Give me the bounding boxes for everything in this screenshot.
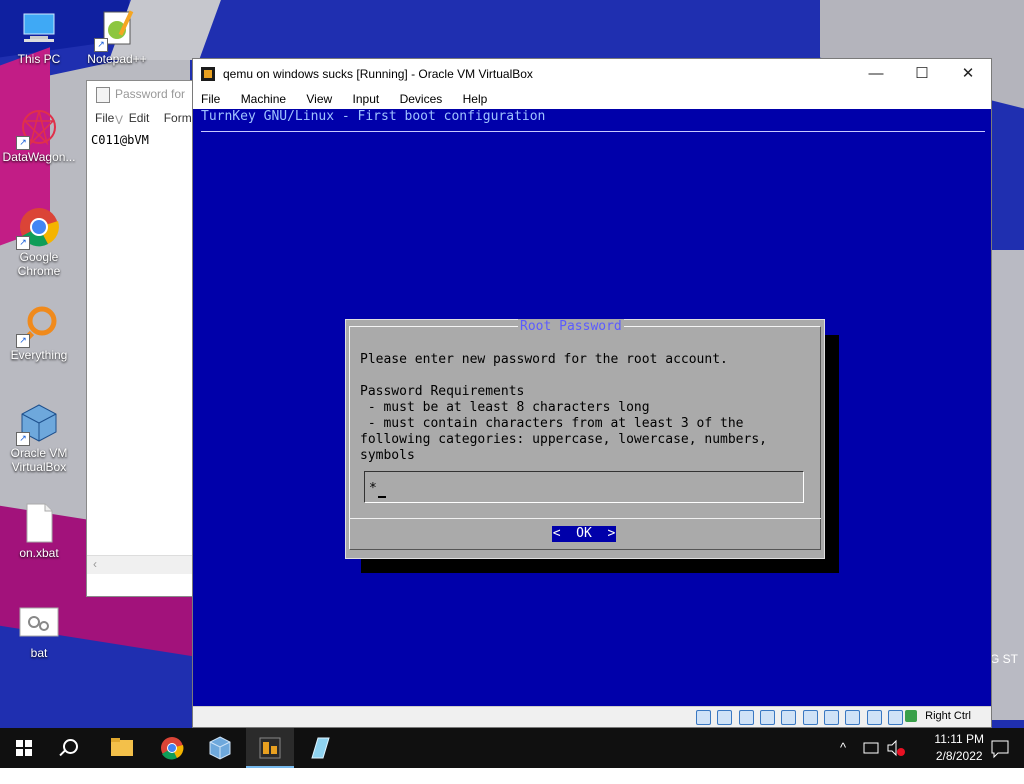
taskbar: ^ 11:11 PM 2/8/2022 [0,728,1024,768]
desktop-icon-on-xbat[interactable]: on.xbat [0,502,78,560]
optical-drive-icon[interactable] [717,710,733,725]
mouse-integration-icon[interactable] [888,710,903,725]
taskbar-virtualbox[interactable] [196,728,244,768]
vbox-statusbar: Right Ctrl [193,706,991,727]
keyboard-capture-icon[interactable] [905,710,917,722]
maximize-button[interactable]: ☐ [899,59,945,89]
menu-view[interactable]: View [306,92,332,106]
tray-icons [862,728,912,768]
notepad-icon [96,87,110,103]
chrome-icon: ↗ [16,206,60,250]
magnifier-icon: ↗ [16,304,60,348]
notepad-menubar: File Edit Forma [87,107,198,129]
desktop-icon-label: Notepad++ [87,52,147,66]
close-button[interactable]: ✕ [945,59,991,89]
desktop-icon-everything[interactable]: ↗ Everything [0,304,78,362]
dialog-body-text: Please enter new password for the root a… [360,352,767,463]
desktop-icon-label: bat [30,646,48,660]
notepad-text-area[interactable]: C011@bVM [87,129,193,151]
desktop-icon-virtualbox[interactable]: ↗ Oracle VM VirtualBox [0,402,78,474]
menu-input[interactable]: Input [353,92,380,106]
host-key-label: Right Ctrl [925,710,971,722]
cpu-icon[interactable] [866,710,882,725]
desktop-icon-notepadpp[interactable]: ↗ Notepad++ [78,8,156,66]
desktop-icon-label: Everything [10,348,68,362]
taskbar-file-explorer[interactable] [98,728,146,768]
notepad-icon [311,737,330,759]
ok-button[interactable]: < OK > [552,526,616,542]
search-button[interactable] [48,728,96,768]
desktop-edge-text: G ST [990,652,1019,666]
volume-muted-icon [887,739,905,757]
network-icon[interactable] [759,710,775,725]
vbox-titlebar[interactable]: qemu on windows sucks [Running] - Oracle… [193,59,991,89]
desktop-icon-label: Google Chrome [17,250,61,278]
scroll-left-arrow-icon[interactable]: ‹ [93,557,97,571]
vbox-window-title: qemu on windows sucks [Running] - Oracle… [223,67,533,81]
windows-logo-icon [16,740,32,756]
datawagon-icon: ↗ [16,106,60,150]
tray-overflow-chevron[interactable]: ^ [840,728,846,768]
guest-header: TurnKey GNU/Linux - First boot configura… [201,109,546,124]
menu-devices[interactable]: Devices [400,92,443,106]
menu-file[interactable]: File [201,92,220,106]
file-icon [18,502,60,544]
network-tray-icon [863,742,879,754]
menu-machine[interactable]: Machine [241,92,286,106]
batch-file-icon [18,602,60,644]
desktop-icon-label: Oracle VM VirtualBox [10,446,68,474]
desktop-icon-label: on.xbat [19,546,59,560]
computer-icon [18,8,60,50]
taskbar-vm-running[interactable] [246,728,294,768]
hard-disk-icon[interactable] [695,710,711,725]
folder-icon [111,738,133,756]
text-cursor [378,496,386,498]
notepad-horizontal-scrollbar[interactable]: ‹ [87,555,193,574]
virtualbox-vm-window[interactable]: qemu on windows sucks [Running] - Oracle… [192,58,992,728]
virtualbox-icon: ↗ [16,402,60,446]
dialog-title: Root Password [518,319,624,334]
notepadpp-icon: ↗ [94,8,138,52]
minimize-button[interactable]: — [853,59,899,89]
usb-icon[interactable] [781,710,797,725]
notepad-menu-edit[interactable]: Edit [129,111,150,125]
password-input[interactable]: * [364,471,804,503]
desktop-icon-chrome[interactable]: ↗ Google Chrome [0,206,78,278]
notepad-titlebar[interactable]: Password for V [87,81,193,127]
desktop-icon-bat[interactable]: bat [0,602,78,660]
virtualbox-app-icon [201,67,215,81]
search-icon [63,739,78,754]
display-icon[interactable] [823,710,839,725]
shared-folders-icon[interactable] [802,710,818,725]
desktop-icon-label: This PC [17,52,61,66]
action-center-button[interactable] [976,728,1024,768]
guest-screen[interactable]: TurnKey GNU/Linux - First boot configura… [193,109,991,709]
password-masked-value: * [369,481,377,496]
desktop-icon-label: DataWagon... [2,150,76,164]
vbox-menubar: File Machine View Input Devices Help [193,89,991,109]
status-device-icons [693,710,903,725]
start-button[interactable] [0,728,48,768]
desktop-icon-datawagon[interactable]: ↗ DataWagon... [0,106,78,164]
notification-icon [991,740,1009,759]
dialog-separator [349,518,821,519]
menu-help[interactable]: Help [463,92,488,106]
audio-icon[interactable] [738,710,754,725]
vm-window-icon [259,737,281,759]
desktop-icon-this-pc[interactable]: This PC [0,8,78,66]
guest-header-rule [201,131,985,132]
taskbar-chrome[interactable] [148,728,196,768]
chrome-icon [161,737,184,760]
virtualbox-icon [209,736,231,760]
root-password-dialog: Root Password Please enter new password … [345,319,825,559]
video-capture-icon[interactable] [845,710,861,725]
taskbar-notepad[interactable] [296,728,344,768]
notepad-window[interactable]: Password for V File Edit Forma C011@bVM … [86,80,198,597]
notepad-menu-file[interactable]: File [95,111,114,125]
